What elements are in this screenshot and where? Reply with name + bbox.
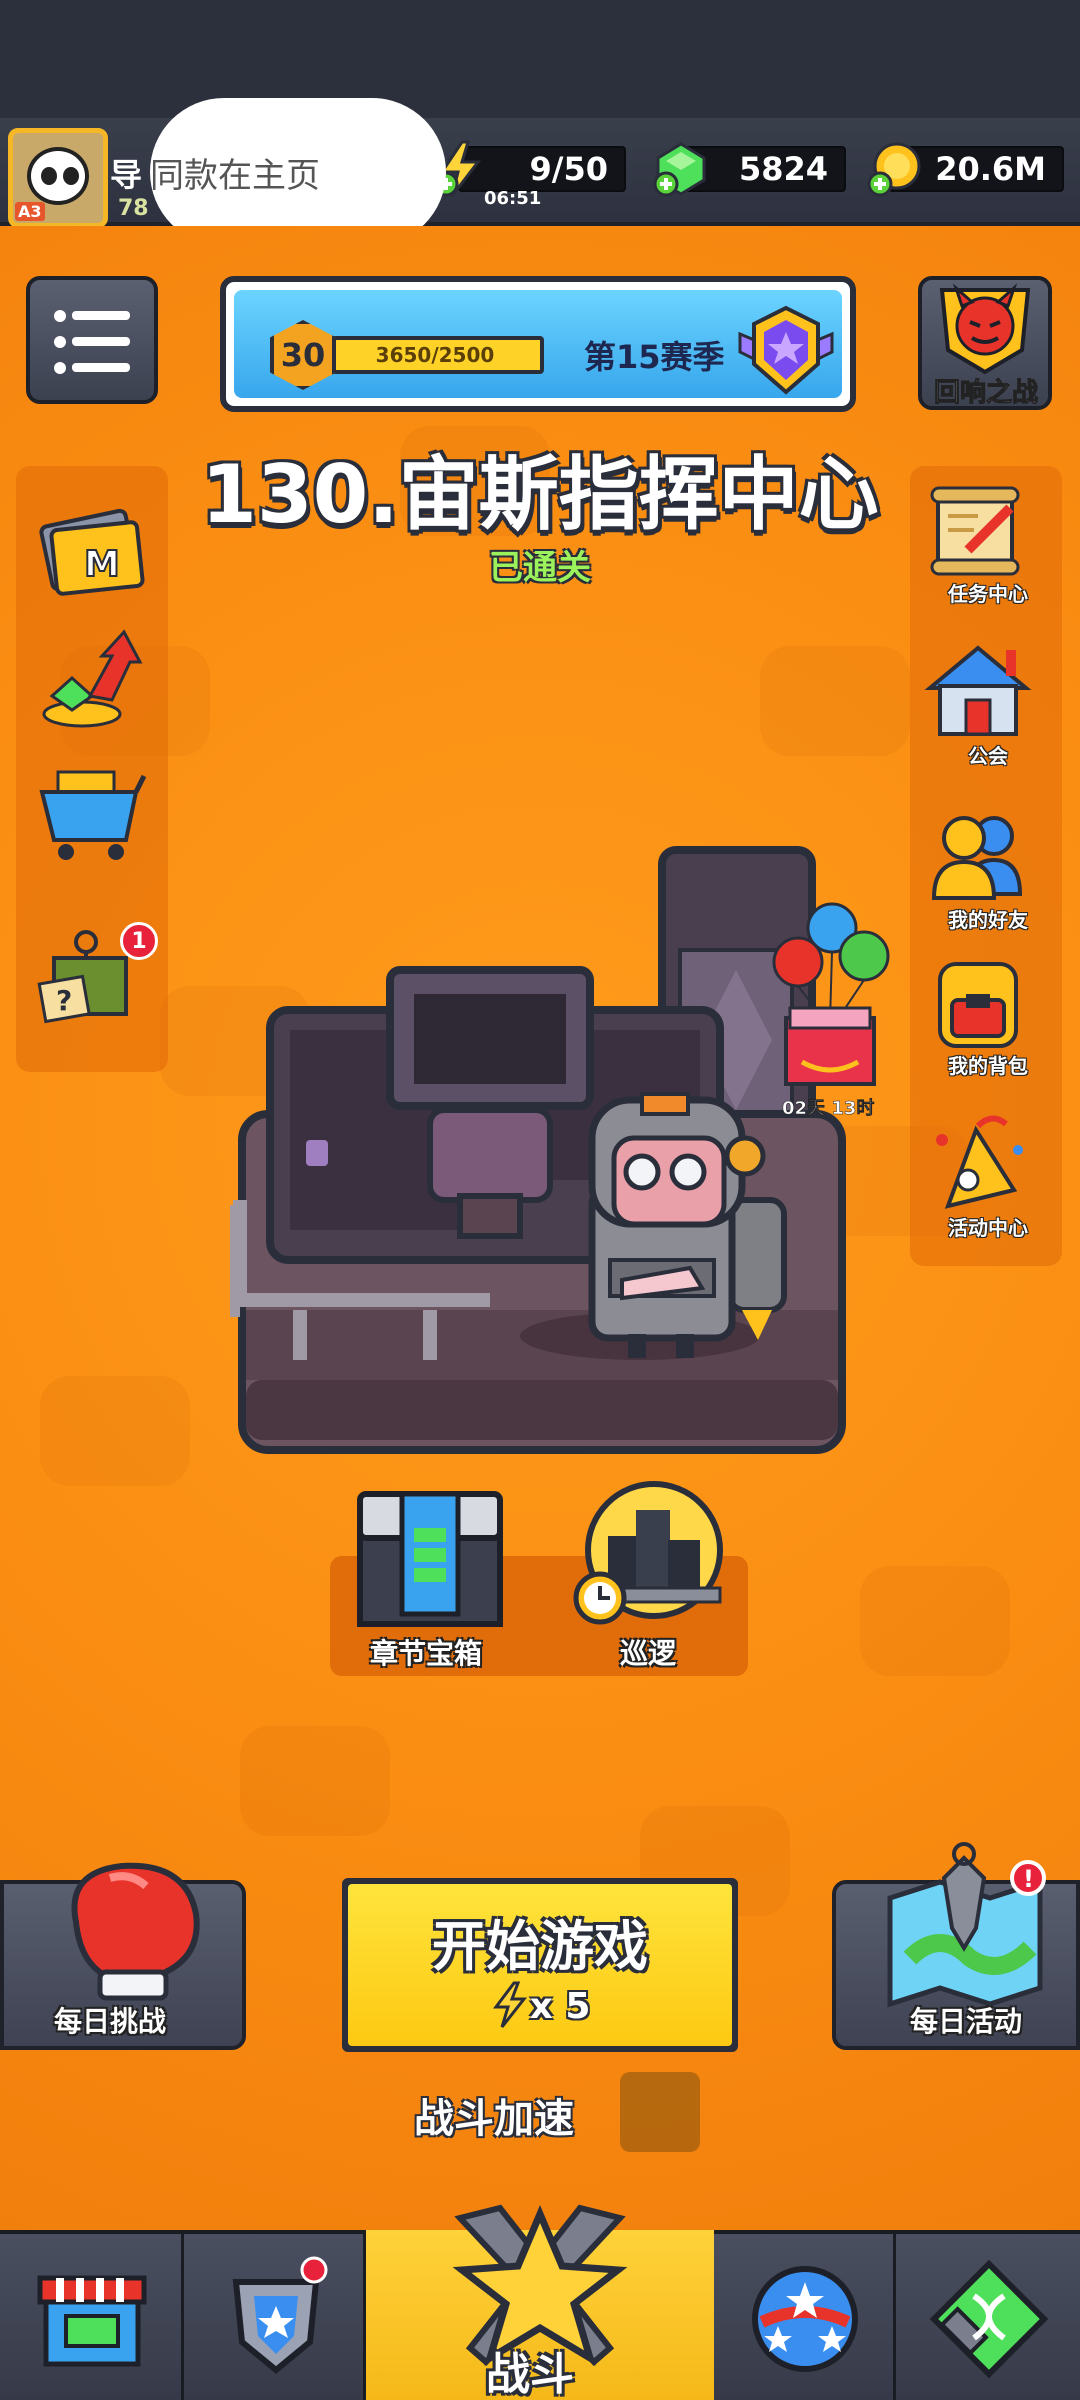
start-game-label: 开始游戏 bbox=[432, 1914, 648, 1978]
gold-plus-icon[interactable] bbox=[866, 140, 924, 198]
map-icon: ! bbox=[887, 1842, 1046, 2008]
gem-value: 5824 bbox=[738, 150, 828, 188]
status-area bbox=[0, 0, 1080, 118]
backpack-button[interactable]: 我的背包 bbox=[918, 950, 1058, 1079]
gift-balloons-icon[interactable] bbox=[770, 898, 890, 1094]
guild-button[interactable]: 公会 bbox=[918, 640, 1058, 769]
season-progress: 3650/2500 bbox=[326, 336, 544, 374]
daily-event-button[interactable]: ! 每日活动 bbox=[832, 1842, 1080, 2050]
toast-text: 同款在主页 bbox=[150, 155, 320, 196]
monthly-card-icon[interactable]: M bbox=[32, 496, 152, 606]
panda-avatar-icon bbox=[27, 147, 89, 205]
svg-text:!: ! bbox=[1023, 1865, 1034, 1893]
friends-button[interactable]: 我的好友 bbox=[918, 802, 1058, 933]
daily-challenge-button[interactable]: 每日挑战 bbox=[0, 1862, 246, 2050]
shield-badge-icon bbox=[232, 2256, 328, 2374]
nav-tab-talents[interactable] bbox=[714, 2234, 896, 2400]
energy-timer: 06:51 bbox=[484, 188, 542, 209]
patrol-label: 巡逻 bbox=[620, 1637, 677, 1670]
start-game-button[interactable]: 开始游戏 x 5 bbox=[342, 1878, 738, 2052]
event-center-button[interactable]: 活动中心 bbox=[918, 1110, 1058, 1241]
chapter-chest-icon bbox=[357, 1491, 503, 1627]
nav-tab-evolution[interactable] bbox=[896, 2234, 1080, 2400]
energy-bolt-icon bbox=[492, 1981, 527, 2028]
daily-event-label: 每日活动 bbox=[910, 2005, 1023, 2038]
backpack-icon bbox=[938, 962, 1018, 1048]
patrol-button[interactable]: 巡逻 bbox=[566, 1480, 736, 1670]
guild-house-icon bbox=[924, 645, 1032, 736]
friends-icon bbox=[931, 816, 1023, 900]
stage-status: 已通关 bbox=[489, 548, 591, 588]
chapter-chest-button[interactable]: 章节宝箱 bbox=[352, 1488, 508, 1670]
nav-battle-label: 战斗 bbox=[486, 2349, 574, 2400]
demon-shield-icon bbox=[939, 283, 1031, 375]
player-avatar[interactable]: A3 bbox=[8, 128, 108, 228]
svg-text:?: ? bbox=[56, 984, 72, 1017]
party-horn-icon bbox=[936, 1115, 1023, 1209]
task-center-button[interactable]: 任务中心 bbox=[918, 480, 1058, 607]
scroll-icon bbox=[930, 486, 1020, 576]
menu-button[interactable] bbox=[26, 276, 158, 404]
chapter-chest-label: 章节宝箱 bbox=[370, 1637, 483, 1670]
season-level-badge: 30 bbox=[270, 320, 336, 390]
boxing-glove-icon bbox=[71, 1862, 200, 2001]
daily-challenge-label: 每日挑战 bbox=[54, 2005, 167, 2038]
battle-speed-label: 战斗加速 bbox=[414, 2096, 574, 2142]
dna-gem-icon bbox=[929, 2259, 1049, 2379]
energy-value: 9/50 bbox=[529, 150, 608, 188]
battle-speed-toggle[interactable] bbox=[620, 2072, 700, 2152]
shop-icon bbox=[37, 2275, 147, 2367]
nav-tab-equipment[interactable] bbox=[184, 2234, 366, 2400]
avatar-rank: A3 bbox=[15, 202, 45, 221]
gem-plus-icon[interactable] bbox=[652, 140, 710, 198]
stage-title: 130.宙斯指挥中心 bbox=[201, 448, 879, 541]
player-level: 78 bbox=[118, 196, 149, 221]
toast-message: 同款在主页 bbox=[150, 98, 446, 246]
echo-battle-label: 回响之战 bbox=[933, 378, 1038, 409]
shop-cart-icon[interactable] bbox=[32, 756, 152, 866]
nav-tab-shop[interactable] bbox=[0, 2234, 184, 2400]
star-orb-icon bbox=[752, 2266, 858, 2372]
season-label: 第15赛季 bbox=[584, 338, 725, 376]
season-emblem-icon bbox=[738, 305, 834, 395]
mystery-crate-badge: 1 bbox=[120, 922, 158, 960]
patrol-icon bbox=[573, 1481, 723, 1625]
svg-text:M: M bbox=[84, 544, 120, 585]
stage-scene bbox=[230, 846, 846, 1454]
start-game-cost: x 5 bbox=[529, 1986, 591, 2027]
player-name: 导 bbox=[110, 156, 143, 194]
growth-fund-icon[interactable] bbox=[32, 626, 152, 736]
gift-timer: 02天 13时 bbox=[782, 1098, 875, 1120]
gold-value: 20.6M bbox=[935, 150, 1046, 188]
season-pass-bar[interactable]: 3650/2500 30 第15赛季 bbox=[220, 276, 856, 412]
